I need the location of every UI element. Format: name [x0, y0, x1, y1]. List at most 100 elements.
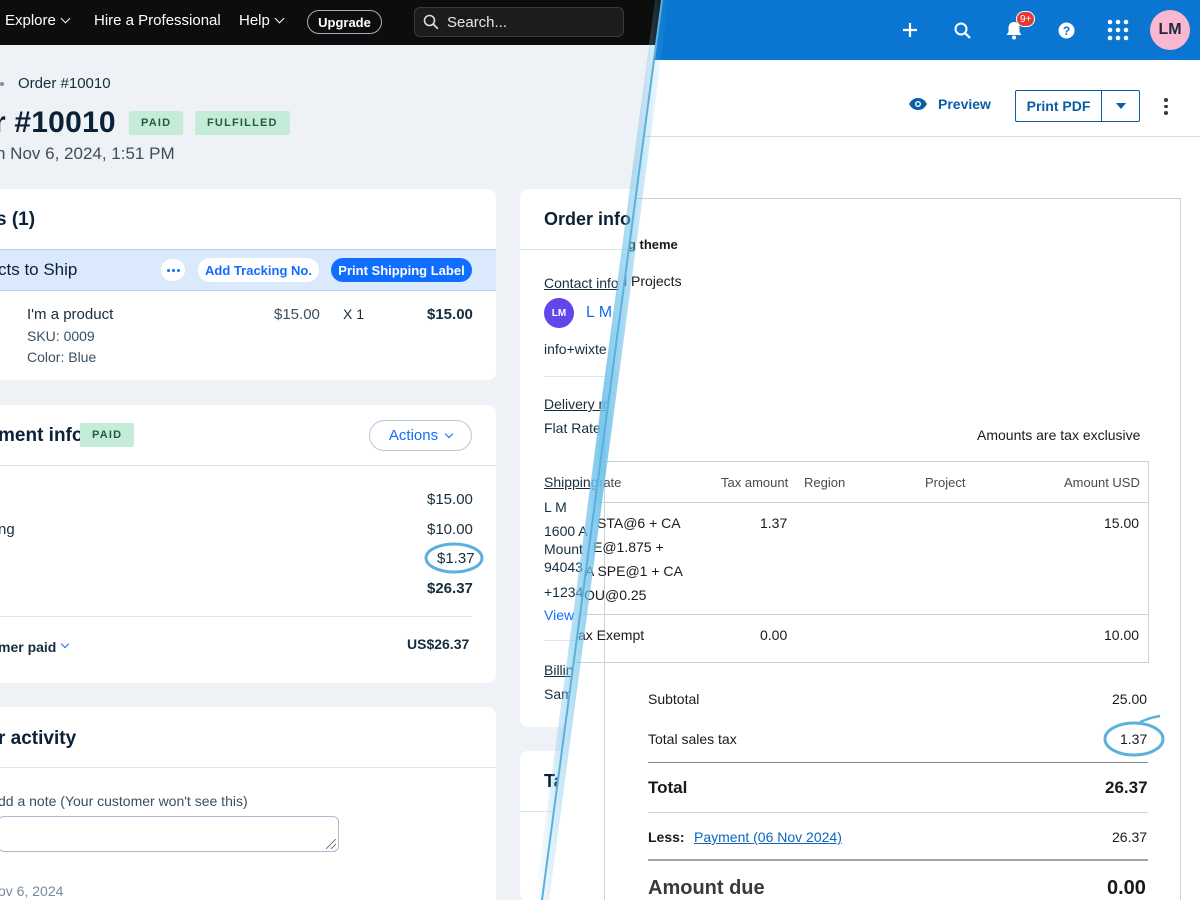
delivery-method-value: Flat Rate [544, 420, 601, 436]
search-icon[interactable] [954, 22, 971, 39]
delivery-method-label: Delivery m [544, 396, 611, 412]
row1-rate-line1: STA@6 + CA [597, 515, 681, 531]
activity-date: ov 6, 2024 [0, 883, 64, 899]
amount-due-value: 0.00 [1107, 877, 1146, 899]
print-pdf-split-button[interactable]: Print PDF [1015, 90, 1140, 122]
chevron-down-icon [444, 429, 454, 438]
less-label: Less: [648, 829, 685, 845]
more-options-icon[interactable] [1164, 98, 1168, 115]
total-tax-label: Total sales tax [648, 731, 737, 747]
nav-explore-label: Explore [5, 12, 56, 29]
row1-rate-line3: A SPE@1 + CA [585, 563, 683, 579]
ship-address-line1: 1600 A [544, 523, 588, 539]
help-icon[interactable]: ? [1058, 22, 1075, 39]
page-title: r #10010 [0, 106, 116, 139]
payment-card-title: ment info [0, 425, 84, 446]
nav-hire-label: Hire a Professional [94, 12, 221, 29]
dashboard-topbar: Explore Hire a Professional Help Upgrade… [0, 0, 662, 45]
nav-hire-professional[interactable]: Hire a Professional [94, 12, 221, 29]
customer-avatar: LM [544, 298, 574, 328]
less-divider [648, 812, 1148, 813]
activity-card-title: r activity [0, 728, 77, 749]
breadcrumb-separator [0, 82, 4, 86]
notification-badge: 9+ [1016, 11, 1036, 27]
payment-card-divider [0, 465, 496, 466]
contact-info-label: Contact info [544, 275, 619, 291]
preview-label: Preview [938, 96, 991, 112]
plus-icon[interactable] [902, 22, 918, 38]
row1-amount: 15.00 [1104, 515, 1140, 531]
amount-due-label: Amount due [648, 877, 765, 899]
payment-total: $26.37 [427, 580, 473, 597]
svg-text:?: ? [1063, 24, 1070, 38]
preview-button[interactable]: Preview [908, 96, 991, 112]
highlight-circle-tax [424, 542, 484, 574]
ship-phone: +1234 [544, 584, 584, 600]
customer-email: info+wixte [544, 341, 607, 357]
product-name[interactable]: I'm a product [27, 306, 113, 323]
product-price: $15.00 [274, 306, 320, 323]
row2-tax: 0.00 [760, 627, 788, 643]
ship-name: L M [544, 499, 567, 515]
row1-rate-line2: E@1.875 + [593, 539, 664, 555]
product-sku: SKU: 0009 [27, 328, 95, 344]
payment-shipping-label: ng [0, 521, 15, 538]
chevron-down-icon [60, 13, 71, 24]
more-actions-icon[interactable] [161, 259, 185, 281]
note-textarea[interactable] [0, 816, 339, 852]
col-rate: rate [599, 475, 622, 490]
ship-address-line3: 94043 [544, 559, 583, 575]
shipping-address-label: Shipping [544, 474, 599, 490]
customer-paid-amount: US$26.37 [407, 636, 470, 652]
payment-total-divider [0, 616, 472, 617]
actions-label: Actions [388, 427, 439, 444]
subtotal-label: Subtotal [648, 691, 700, 707]
row2-rate: ax Exempt [578, 627, 645, 643]
print-pdf-dropdown[interactable] [1102, 91, 1139, 121]
upgrade-button[interactable]: Upgrade [307, 10, 382, 34]
ship-address-line2: Mount [544, 541, 583, 557]
items-card-title: s (1) [0, 209, 36, 230]
actions-dropdown[interactable]: Actions [369, 420, 472, 451]
breadcrumb-current: Order #10010 [18, 75, 111, 92]
resize-grip-icon[interactable] [326, 839, 336, 849]
payment-amount: 26.37 [1112, 829, 1148, 845]
activity-card-divider [0, 767, 496, 768]
payment-subtotal: $15.00 [427, 491, 473, 508]
payment-status-badge: PAID [80, 423, 135, 447]
order-info-title: Order info [544, 209, 632, 229]
col-project: Project [925, 475, 966, 490]
col-amount-usd: Amount USD [1064, 475, 1140, 490]
payment-link[interactable]: Payment (06 Nov 2024) [694, 829, 842, 845]
status-badge-fulfilled: FULFILLED [195, 111, 290, 135]
add-tracking-button[interactable]: Add Tracking No. [198, 258, 319, 282]
nav-help-label: Help [239, 12, 270, 29]
search-placeholder: Search... [447, 13, 508, 31]
search-input[interactable]: Search... [414, 7, 624, 37]
billing-value: Sam [544, 686, 573, 702]
eye-icon [909, 98, 927, 110]
nav-explore[interactable]: Explore [5, 12, 71, 29]
customer-paid-label[interactable]: mer paid [0, 639, 56, 655]
row2-amount: 10.00 [1104, 627, 1140, 643]
print-shipping-label-button[interactable]: Print Shipping Label [331, 258, 472, 282]
row1-rate-line4: OU@0.25 [584, 587, 647, 603]
status-badge-paid: PAID [129, 111, 184, 135]
total-label: Total [648, 778, 688, 797]
apps-grid-icon[interactable] [1107, 19, 1129, 41]
product-quantity: X 1 [343, 306, 365, 322]
caret-down-icon [1115, 103, 1126, 109]
view-link[interactable]: View [544, 607, 574, 623]
amount-due-divider [648, 859, 1148, 861]
invoice-project-line: l Projects [624, 273, 682, 289]
col-tax-amount: Tax amount [721, 475, 789, 490]
customer-name-link[interactable]: L M [586, 304, 612, 322]
nav-help[interactable]: Help [239, 12, 285, 29]
total-divider [648, 762, 1148, 763]
user-avatar[interactable]: LM [1150, 10, 1190, 50]
table-row-divider [562, 614, 1149, 615]
highlight-circle-total-tax [1103, 714, 1165, 757]
order-date: n Nov 6, 2024, 1:51 PM [0, 144, 175, 163]
print-pdf-button[interactable]: Print PDF [1016, 91, 1102, 121]
search-icon [423, 14, 439, 30]
